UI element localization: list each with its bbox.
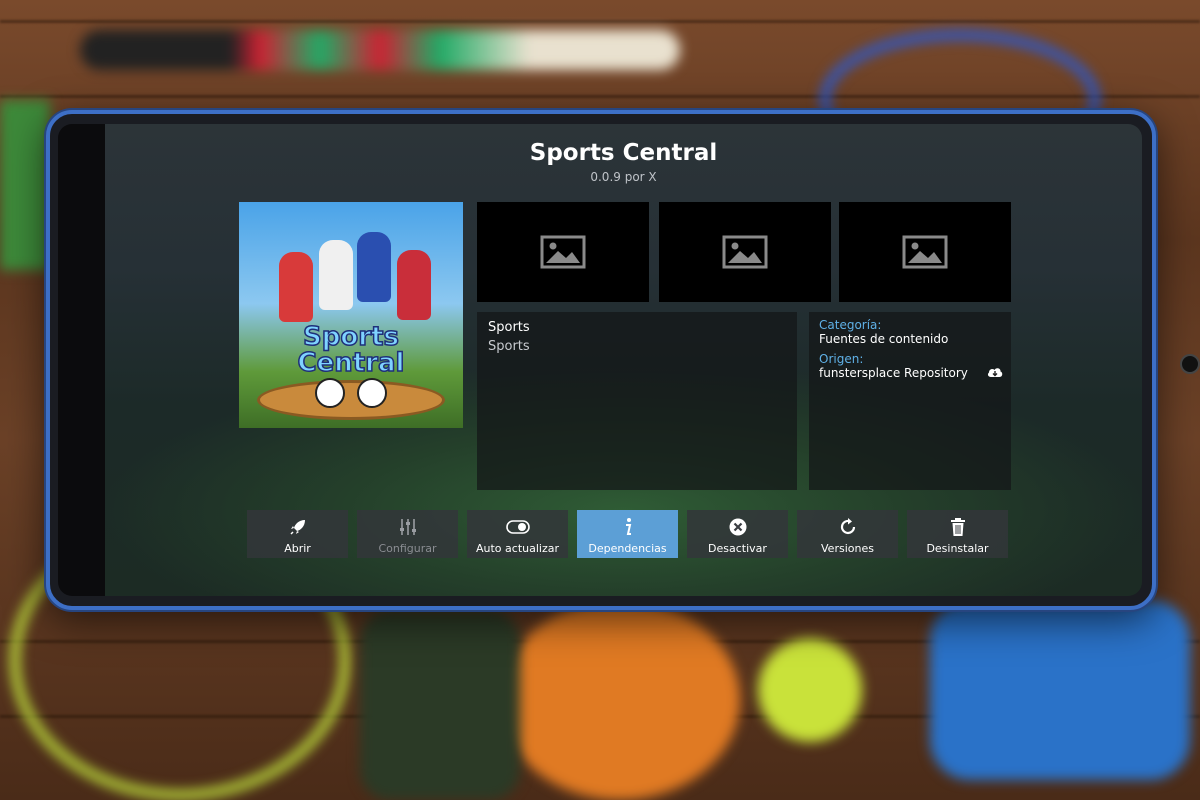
toggle-icon: [505, 520, 530, 534]
poster-player: [357, 232, 391, 302]
auto-update-button[interactable]: Auto actualizar: [467, 510, 568, 558]
disable-button-label: Desactivar: [708, 542, 767, 555]
addon-info-screen: Sports Central 0.0.9 por X Sports Centra…: [105, 124, 1142, 596]
page-title: Sports Central: [529, 140, 718, 166]
dependencies-button[interactable]: Dependencias: [577, 510, 678, 558]
shoe-decor-left: [360, 610, 520, 800]
version-author: 0.0.9 por X: [590, 170, 657, 184]
info-icon: [625, 518, 631, 535]
refresh-icon: [840, 518, 855, 535]
rocket-icon: [289, 520, 305, 535]
screenshot-thumbnail[interactable]: [659, 202, 831, 302]
addon-poster: Sports Central: [239, 202, 463, 428]
shoe-decor-right: [930, 600, 1190, 780]
uninstall-button-label: Desinstalar: [926, 542, 989, 555]
image-placeholder-icon: [902, 235, 948, 269]
poster-logo-text: Central: [297, 347, 405, 379]
configure-button-label: Configurar: [378, 542, 437, 555]
trash-icon: [950, 518, 965, 536]
screenshot-thumbnail[interactable]: [839, 202, 1011, 302]
poster-platform: [257, 380, 445, 420]
phone-frame: Sports Central 0.0.9 por X Sports Centra…: [46, 110, 1200, 610]
poster-player: [319, 240, 353, 310]
open-button-label: Abrir: [284, 542, 311, 555]
description-summary: Sports: [488, 339, 530, 354]
cloud-download-icon: [987, 368, 1003, 377]
disable-button[interactable]: Desactivar: [687, 510, 788, 558]
origin-label: Origen:: [819, 352, 864, 366]
description-panel[interactable]: Sports Sports: [477, 312, 797, 490]
poster-player: [397, 250, 431, 320]
phone-camera: [1180, 354, 1200, 374]
open-button[interactable]: Abrir: [247, 510, 348, 558]
versions-button[interactable]: Versiones: [797, 510, 898, 558]
auto-update-button-label: Auto actualizar: [476, 542, 559, 555]
origin-value: funstersplace Repository: [819, 366, 968, 380]
info-panel: Categoría: Fuentes de contenido Origen: …: [809, 312, 1011, 490]
image-placeholder-icon: [722, 235, 768, 269]
screenshot-thumbnail[interactable]: [477, 202, 649, 302]
category-label: Categoría:: [819, 318, 882, 332]
configure-button[interactable]: Configurar: [357, 510, 458, 558]
close-circle-icon: [729, 518, 746, 536]
addon-toolbar: Abrir Configurar Auto actualizar Depende…: [247, 510, 1008, 558]
racket-handle-decor: [80, 30, 680, 70]
tennis-ball-decor: [758, 638, 862, 742]
phone-bezel: [58, 124, 108, 596]
poster-player: [279, 252, 313, 322]
poster-ball: [357, 378, 387, 408]
sliders-icon: [399, 519, 416, 535]
basketball-decor: [500, 600, 740, 800]
uninstall-button[interactable]: Desinstalar: [907, 510, 1008, 558]
versions-button-label: Versiones: [821, 542, 874, 555]
court-green-decor: [0, 100, 50, 270]
description-title: Sports: [488, 320, 530, 335]
poster-ball: [315, 378, 345, 408]
image-placeholder-icon: [540, 235, 586, 269]
dependencies-button-label: Dependencias: [588, 542, 667, 555]
category-value: Fuentes de contenido: [819, 332, 949, 346]
